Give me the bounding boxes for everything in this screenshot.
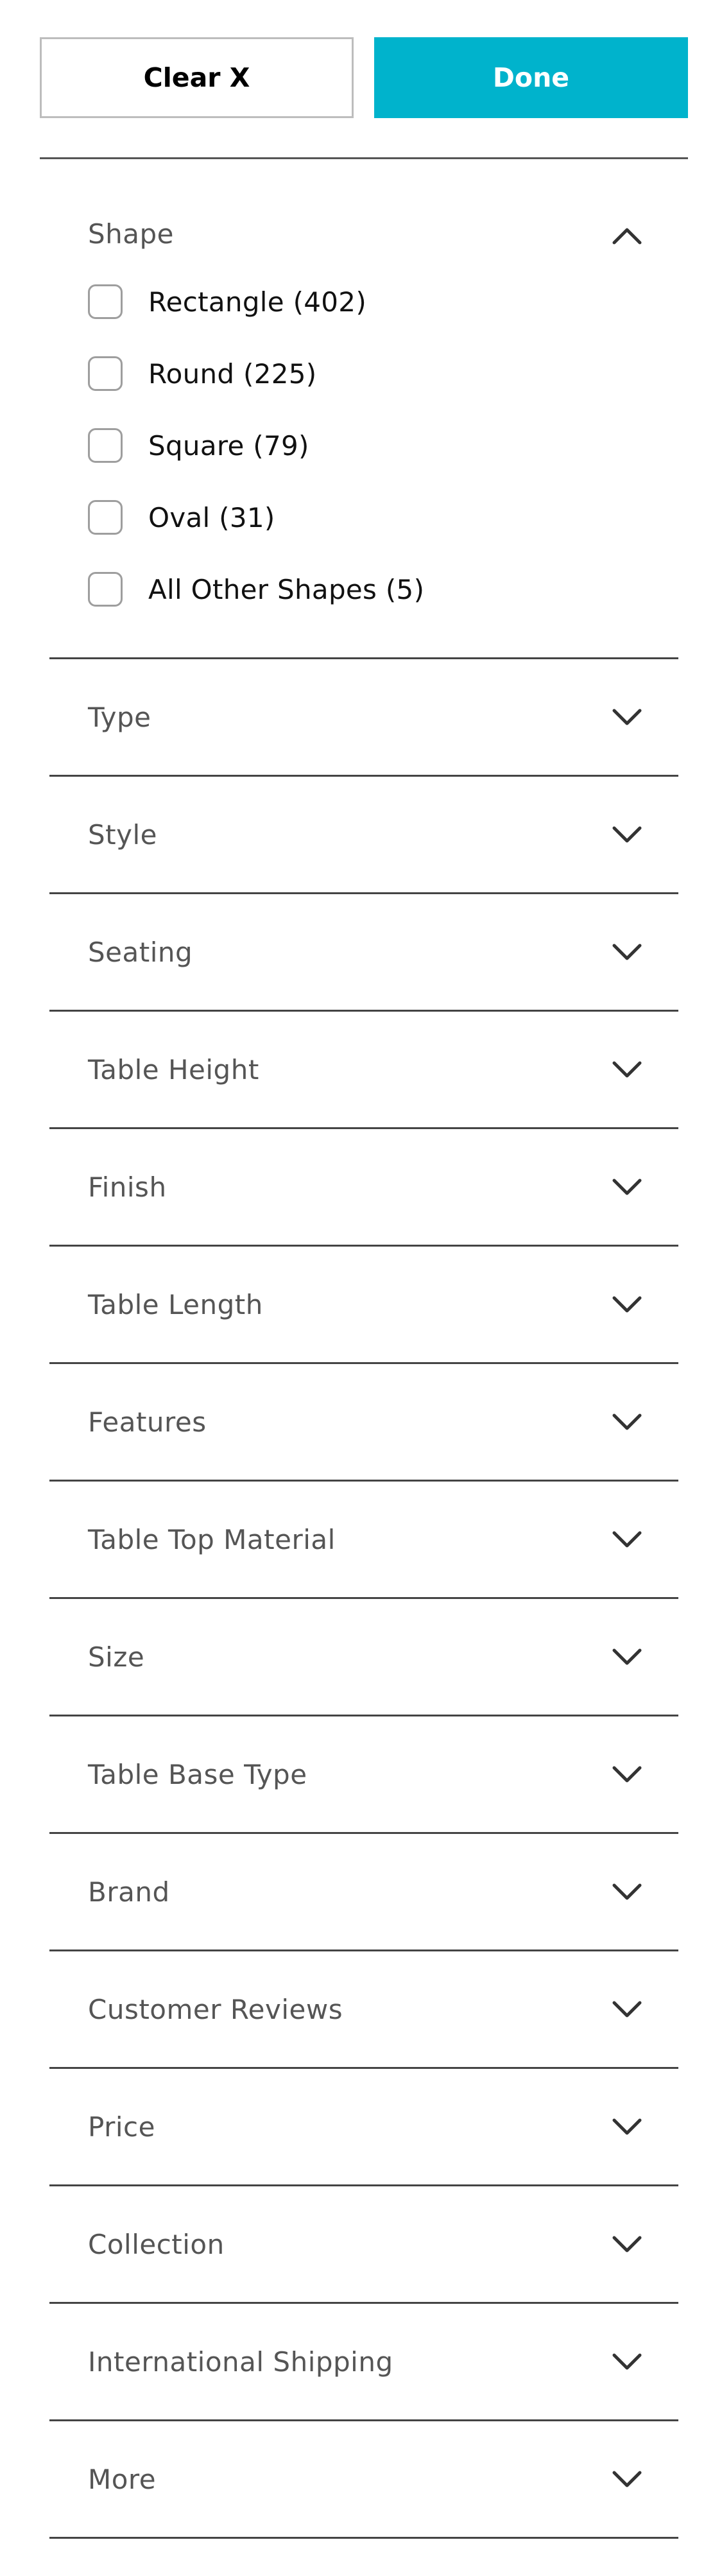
option-label: Oval (31) [148, 501, 275, 533]
shape-options: Rectangle (402) Round (225) Square (79) … [49, 266, 678, 657]
filter-section-price: Price [49, 2069, 678, 2186]
shape-option-round[interactable]: Round (225) [88, 338, 678, 410]
chevron-down-icon [612, 1531, 642, 1548]
filter-section-table-length: Table Length [49, 1247, 678, 1364]
filter-header-customer-reviews[interactable]: Customer Reviews [49, 1951, 678, 2067]
filter-section-collection: Collection [49, 2186, 678, 2304]
filter-title: Finish [88, 1171, 167, 1203]
filter-section-customer-reviews: Customer Reviews [49, 1951, 678, 2069]
filter-header-table-base-type[interactable]: Table Base Type [49, 1716, 678, 1832]
filter-title: More [88, 2463, 157, 2495]
checkbox[interactable] [88, 428, 123, 463]
chevron-down-icon [612, 2001, 642, 2018]
filter-title: Type [88, 701, 151, 733]
chevron-down-icon [612, 1413, 642, 1430]
filter-title: Brand [88, 1876, 170, 1908]
filter-header-type[interactable]: Type [49, 659, 678, 775]
checkbox[interactable] [88, 356, 123, 391]
filter-title: Seating [88, 936, 193, 968]
filter-title: Customer Reviews [88, 1993, 343, 2025]
filter-header-brand[interactable]: Brand [49, 1834, 678, 1949]
filter-header-more[interactable]: More [49, 2421, 678, 2537]
filter-header-collection[interactable]: Collection [49, 2186, 678, 2302]
filter-title: International Shipping [88, 2346, 393, 2378]
filter-section-shape: Shape Rectangle (402) Round (225) Square… [49, 159, 678, 659]
filter-section-type: Type [49, 659, 678, 777]
filter-title: Collection [88, 2228, 225, 2260]
filter-header-features[interactable]: Features [49, 1364, 678, 1480]
filter-title: Features [88, 1406, 207, 1438]
chevron-down-icon [612, 1061, 642, 1078]
filter-section-table-top-material: Table Top Material [49, 1482, 678, 1599]
chevron-down-icon [612, 1766, 642, 1783]
filter-section-brand: Brand [49, 1834, 678, 1951]
filter-section-seating: Seating [49, 894, 678, 1012]
filter-title: Shape [88, 218, 175, 250]
filter-title: Size [88, 1641, 145, 1673]
filter-header-table-height[interactable]: Table Height [49, 1012, 678, 1127]
chevron-down-icon [612, 944, 642, 960]
filter-section-size: Size [49, 1599, 678, 1716]
chevron-down-icon [612, 1648, 642, 1665]
chevron-down-icon [612, 2353, 642, 2370]
done-button[interactable]: Done [374, 37, 688, 118]
shape-option-rectangle[interactable]: Rectangle (402) [88, 266, 678, 338]
shape-option-square[interactable]: Square (79) [88, 410, 678, 481]
option-label: Round (225) [148, 358, 317, 390]
checkbox[interactable] [88, 284, 123, 319]
filter-title: Price [88, 2111, 155, 2143]
filter-section-style: Style [49, 777, 678, 894]
filter-section-table-height: Table Height [49, 1012, 678, 1129]
chevron-down-icon [612, 826, 642, 843]
filter-section-finish: Finish [49, 1129, 678, 1247]
checkbox[interactable] [88, 500, 123, 535]
checkbox[interactable] [88, 572, 123, 607]
chevron-down-icon [612, 1883, 642, 1900]
chevron-down-icon [612, 2118, 642, 2135]
chevron-down-icon [612, 1296, 642, 1313]
filter-title: Style [88, 818, 157, 851]
shape-option-all-other[interactable]: All Other Shapes (5) [88, 553, 678, 625]
filter-section-more: More [49, 2421, 678, 2539]
chevron-down-icon [612, 1179, 642, 1195]
filter-title: Table Length [88, 1288, 263, 1320]
filter-header-finish[interactable]: Finish [49, 1129, 678, 1245]
filter-section-features: Features [49, 1364, 678, 1482]
shape-option-oval[interactable]: Oval (31) [88, 481, 678, 553]
option-label: Rectangle (402) [148, 286, 367, 318]
chevron-down-icon [612, 2236, 642, 2252]
filter-title: Table Top Material [88, 1523, 336, 1555]
chevron-down-icon [612, 709, 642, 725]
filter-title: Table Height [88, 1053, 259, 1085]
filter-header-international-shipping[interactable]: International Shipping [49, 2304, 678, 2419]
filter-header-seating[interactable]: Seating [49, 894, 678, 1010]
filter-header-style[interactable]: Style [49, 777, 678, 892]
filter-header-table-length[interactable]: Table Length [49, 1247, 678, 1362]
filter-actions: Clear X Done [40, 37, 688, 118]
filter-section-table-base-type: Table Base Type [49, 1716, 678, 1834]
filter-section-international-shipping: International Shipping [49, 2304, 678, 2421]
filter-header-table-top-material[interactable]: Table Top Material [49, 1482, 678, 1597]
filter-header-price[interactable]: Price [49, 2069, 678, 2184]
chevron-up-icon [612, 228, 642, 245]
filter-list: Shape Rectangle (402) Round (225) Square… [49, 159, 678, 2539]
chevron-down-icon [612, 2471, 642, 2487]
filter-header-size[interactable]: Size [49, 1599, 678, 1715]
clear-button[interactable]: Clear X [40, 37, 354, 118]
filter-title: Table Base Type [88, 1758, 307, 1790]
option-label: Square (79) [148, 429, 309, 462]
option-label: All Other Shapes (5) [148, 573, 425, 605]
